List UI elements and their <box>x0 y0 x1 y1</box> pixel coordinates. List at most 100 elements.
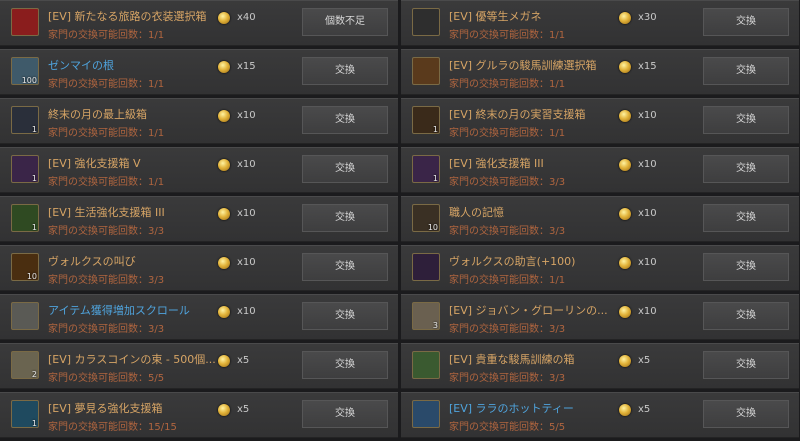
exchange-button[interactable]: 交換 <box>302 400 388 428</box>
exchange-limit: 家門の交換可能回数：1/1 <box>449 275 566 286</box>
exchange-button[interactable]: 交換 <box>703 400 789 428</box>
exchange-button[interactable]: 交換 <box>302 204 388 232</box>
gold-chest-icon: 1 <box>412 106 440 134</box>
exchange-limit: 家門の交換可能回数：1/1 <box>449 79 566 90</box>
item-name: [EV] 優等生メガネ <box>449 10 542 23</box>
price-label: x10 <box>237 257 256 268</box>
treasure-chest-icon <box>412 57 440 85</box>
price-label: x10 <box>638 159 657 170</box>
green-box-icon: 1 <box>11 204 39 232</box>
silver-chest-icon: 1 <box>11 106 39 134</box>
book-icon <box>412 253 440 281</box>
exchange-row: 1 [EV] 強化支援箱 V 家門の交換可能回数：1/1 x10 交換 <box>0 147 398 193</box>
coin-icon <box>619 355 631 367</box>
coin-icon <box>218 61 230 73</box>
exchange-button[interactable]: 交換 <box>302 351 388 379</box>
fern-root-icon: 100 <box>11 57 39 85</box>
exchange-row: 1 終末の月の最上級箱家門の交換可能回数：1/1 x10 交換 <box>0 98 398 144</box>
exchange-row: 1 [EV] 生活強化支援箱 III 家門の交換可能回数：3/3 x10 交換 <box>0 196 398 242</box>
exchange-button[interactable]: 交換 <box>703 155 789 183</box>
exchange-limit: 家門の交換可能回数：3/3 <box>449 324 566 335</box>
exchange-button[interactable]: 交換 <box>703 302 789 330</box>
exchange-row: 1 [EV] 終末の月の実習支援箱 家門の交換可能回数：1/1 x10 交換 <box>401 98 799 144</box>
exchange-limit: 家門の交換可能回数：3/3 <box>48 324 165 335</box>
price-label: x10 <box>237 110 256 121</box>
price-label: x5 <box>638 355 651 366</box>
exchange-limit: 家門の交換可能回数：3/3 <box>449 177 566 188</box>
exchange-button[interactable]: 個数不足 <box>302 8 388 36</box>
exchange-row: 2 [EV] カラスコインの束 - 500個... 家門の交換可能回数：5/5 x5 交… <box>0 343 398 389</box>
purple-box-icon: 1 <box>412 155 440 183</box>
exchange-limit: 家門の交換可能回数：3/3 <box>48 226 165 237</box>
item-quantity: 100 <box>21 76 37 85</box>
price-label: x15 <box>237 61 256 72</box>
coin-icon <box>619 159 631 171</box>
coin-icon <box>619 61 631 73</box>
exchange-button[interactable]: 交換 <box>302 253 388 281</box>
exchange-row: 1 [EV] 強化支援箱 III 家門の交換可能回数：3/3 x10 交換 <box>401 147 799 193</box>
costume-box-icon <box>11 8 39 36</box>
exchange-button[interactable]: 交換 <box>703 8 789 36</box>
exchange-limit: 家門の交換可能回数：1/1 <box>449 128 566 139</box>
price-label: x5 <box>237 355 250 366</box>
exchange-row: ヴォルクスの助言(+100) 家門の交換可能回数：1/1 x10 交換 <box>401 245 799 291</box>
coin-icon <box>619 404 631 416</box>
item-name: ヴォルクスの叫び <box>48 255 136 268</box>
item-quantity: 1 <box>31 223 37 232</box>
item-name: ヴォルクスの助言(+100) <box>449 255 576 268</box>
exchange-limit: 家門の交換可能回数：5/5 <box>449 422 566 433</box>
exchange-list: [EV] 新たなる旅路の衣装選択箱 家門の交換可能回数：1/1 x40 個数不足 100… <box>0 0 800 440</box>
exchange-button[interactable]: 交換 <box>302 155 388 183</box>
item-name: 職人の記憶 <box>449 206 504 219</box>
tea-cup-icon <box>412 400 440 428</box>
coin-icon <box>619 208 631 220</box>
blue-box-icon: 1 <box>11 400 39 428</box>
item-name: 終末の月の最上級箱 <box>48 108 147 121</box>
exchange-button[interactable]: 交換 <box>703 57 789 85</box>
purple-box-icon: 1 <box>11 155 39 183</box>
item-name: [EV] ジョバン・グローリンの... <box>449 304 608 317</box>
exchange-row: 1 [EV] 夢見る強化支援箱 家門の交換可能回数：15/15 x5 交換 <box>0 392 398 438</box>
exchange-button[interactable]: 交換 <box>703 253 789 281</box>
exchange-row: 10 ヴォルクスの叫び 家門の交換可能回数：3/3 x10 交換 <box>0 245 398 291</box>
exchange-button[interactable]: 交換 <box>703 106 789 134</box>
item-quantity: 2 <box>31 370 37 379</box>
price-label: x10 <box>237 306 256 317</box>
item-name: [EV] 貴重な駿馬訓練の箱 <box>449 353 575 366</box>
exchange-button[interactable]: 交換 <box>302 106 388 134</box>
item-quantity: 1 <box>432 125 438 134</box>
item-quantity: 3 <box>432 321 438 330</box>
pendant-icon: 10 <box>412 204 440 232</box>
coin-icon <box>218 306 230 318</box>
exchange-limit: 家門の交換可能回数：15/15 <box>48 422 177 433</box>
exchange-button[interactable]: 交換 <box>302 302 388 330</box>
coin-icon <box>218 12 230 24</box>
orb-icon: 10 <box>11 253 39 281</box>
left-column: [EV] 新たなる旅路の衣装選択箱 家門の交換可能回数：1/1 x40 個数不足 100… <box>0 0 398 441</box>
price-label: x10 <box>237 208 256 219</box>
exchange-button[interactable]: 交換 <box>302 57 388 85</box>
exchange-row: 100 ゼンマイの根 家門の交換可能回数：1/1 x15 交換 <box>0 49 398 95</box>
item-name: [EV] 夢見る強化支援箱 <box>48 402 163 415</box>
item-quantity: 10 <box>26 272 37 281</box>
exchange-row: [EV] 貴重な駿馬訓練の箱 家門の交換可能回数：3/3 x5 交換 <box>401 343 799 389</box>
coin-bundle-icon: 2 <box>11 351 39 379</box>
right-column: [EV] 優等生メガネ 家門の交換可能回数：1/1 x30 交換 [EV] グルラの駿馬… <box>401 0 799 441</box>
exchange-button[interactable]: 交換 <box>703 351 789 379</box>
exchange-row: アイテム獲得増加スクロール 家門の交換可能回数：3/3 x10 交換 <box>0 294 398 340</box>
exchange-button[interactable]: 交換 <box>703 204 789 232</box>
coin-icon <box>619 306 631 318</box>
item-name: [EV] グルラの駿馬訓練選択箱 <box>449 59 597 72</box>
exchange-limit: 家門の交換可能回数：5/5 <box>48 373 165 384</box>
gift-box-icon <box>412 351 440 379</box>
exchange-limit: 家門の交換可能回数：1/1 <box>48 79 165 90</box>
item-name: アイテム獲得増加スクロール <box>48 304 190 317</box>
item-name: [EV] カラスコインの束 - 500個... <box>48 353 216 366</box>
item-name: [EV] 強化支援箱 III <box>449 157 544 170</box>
coin-icon <box>218 355 230 367</box>
exchange-row: [EV] 優等生メガネ 家門の交換可能回数：1/1 x30 交換 <box>401 0 799 46</box>
exchange-limit: 家門の交換可能回数：1/1 <box>48 128 165 139</box>
exchange-limit: 家門の交換可能回数：1/1 <box>48 30 165 41</box>
coin-icon <box>218 257 230 269</box>
exchange-row: [EV] グルラの駿馬訓練選択箱 家門の交換可能回数：1/1 x15 交換 <box>401 49 799 95</box>
